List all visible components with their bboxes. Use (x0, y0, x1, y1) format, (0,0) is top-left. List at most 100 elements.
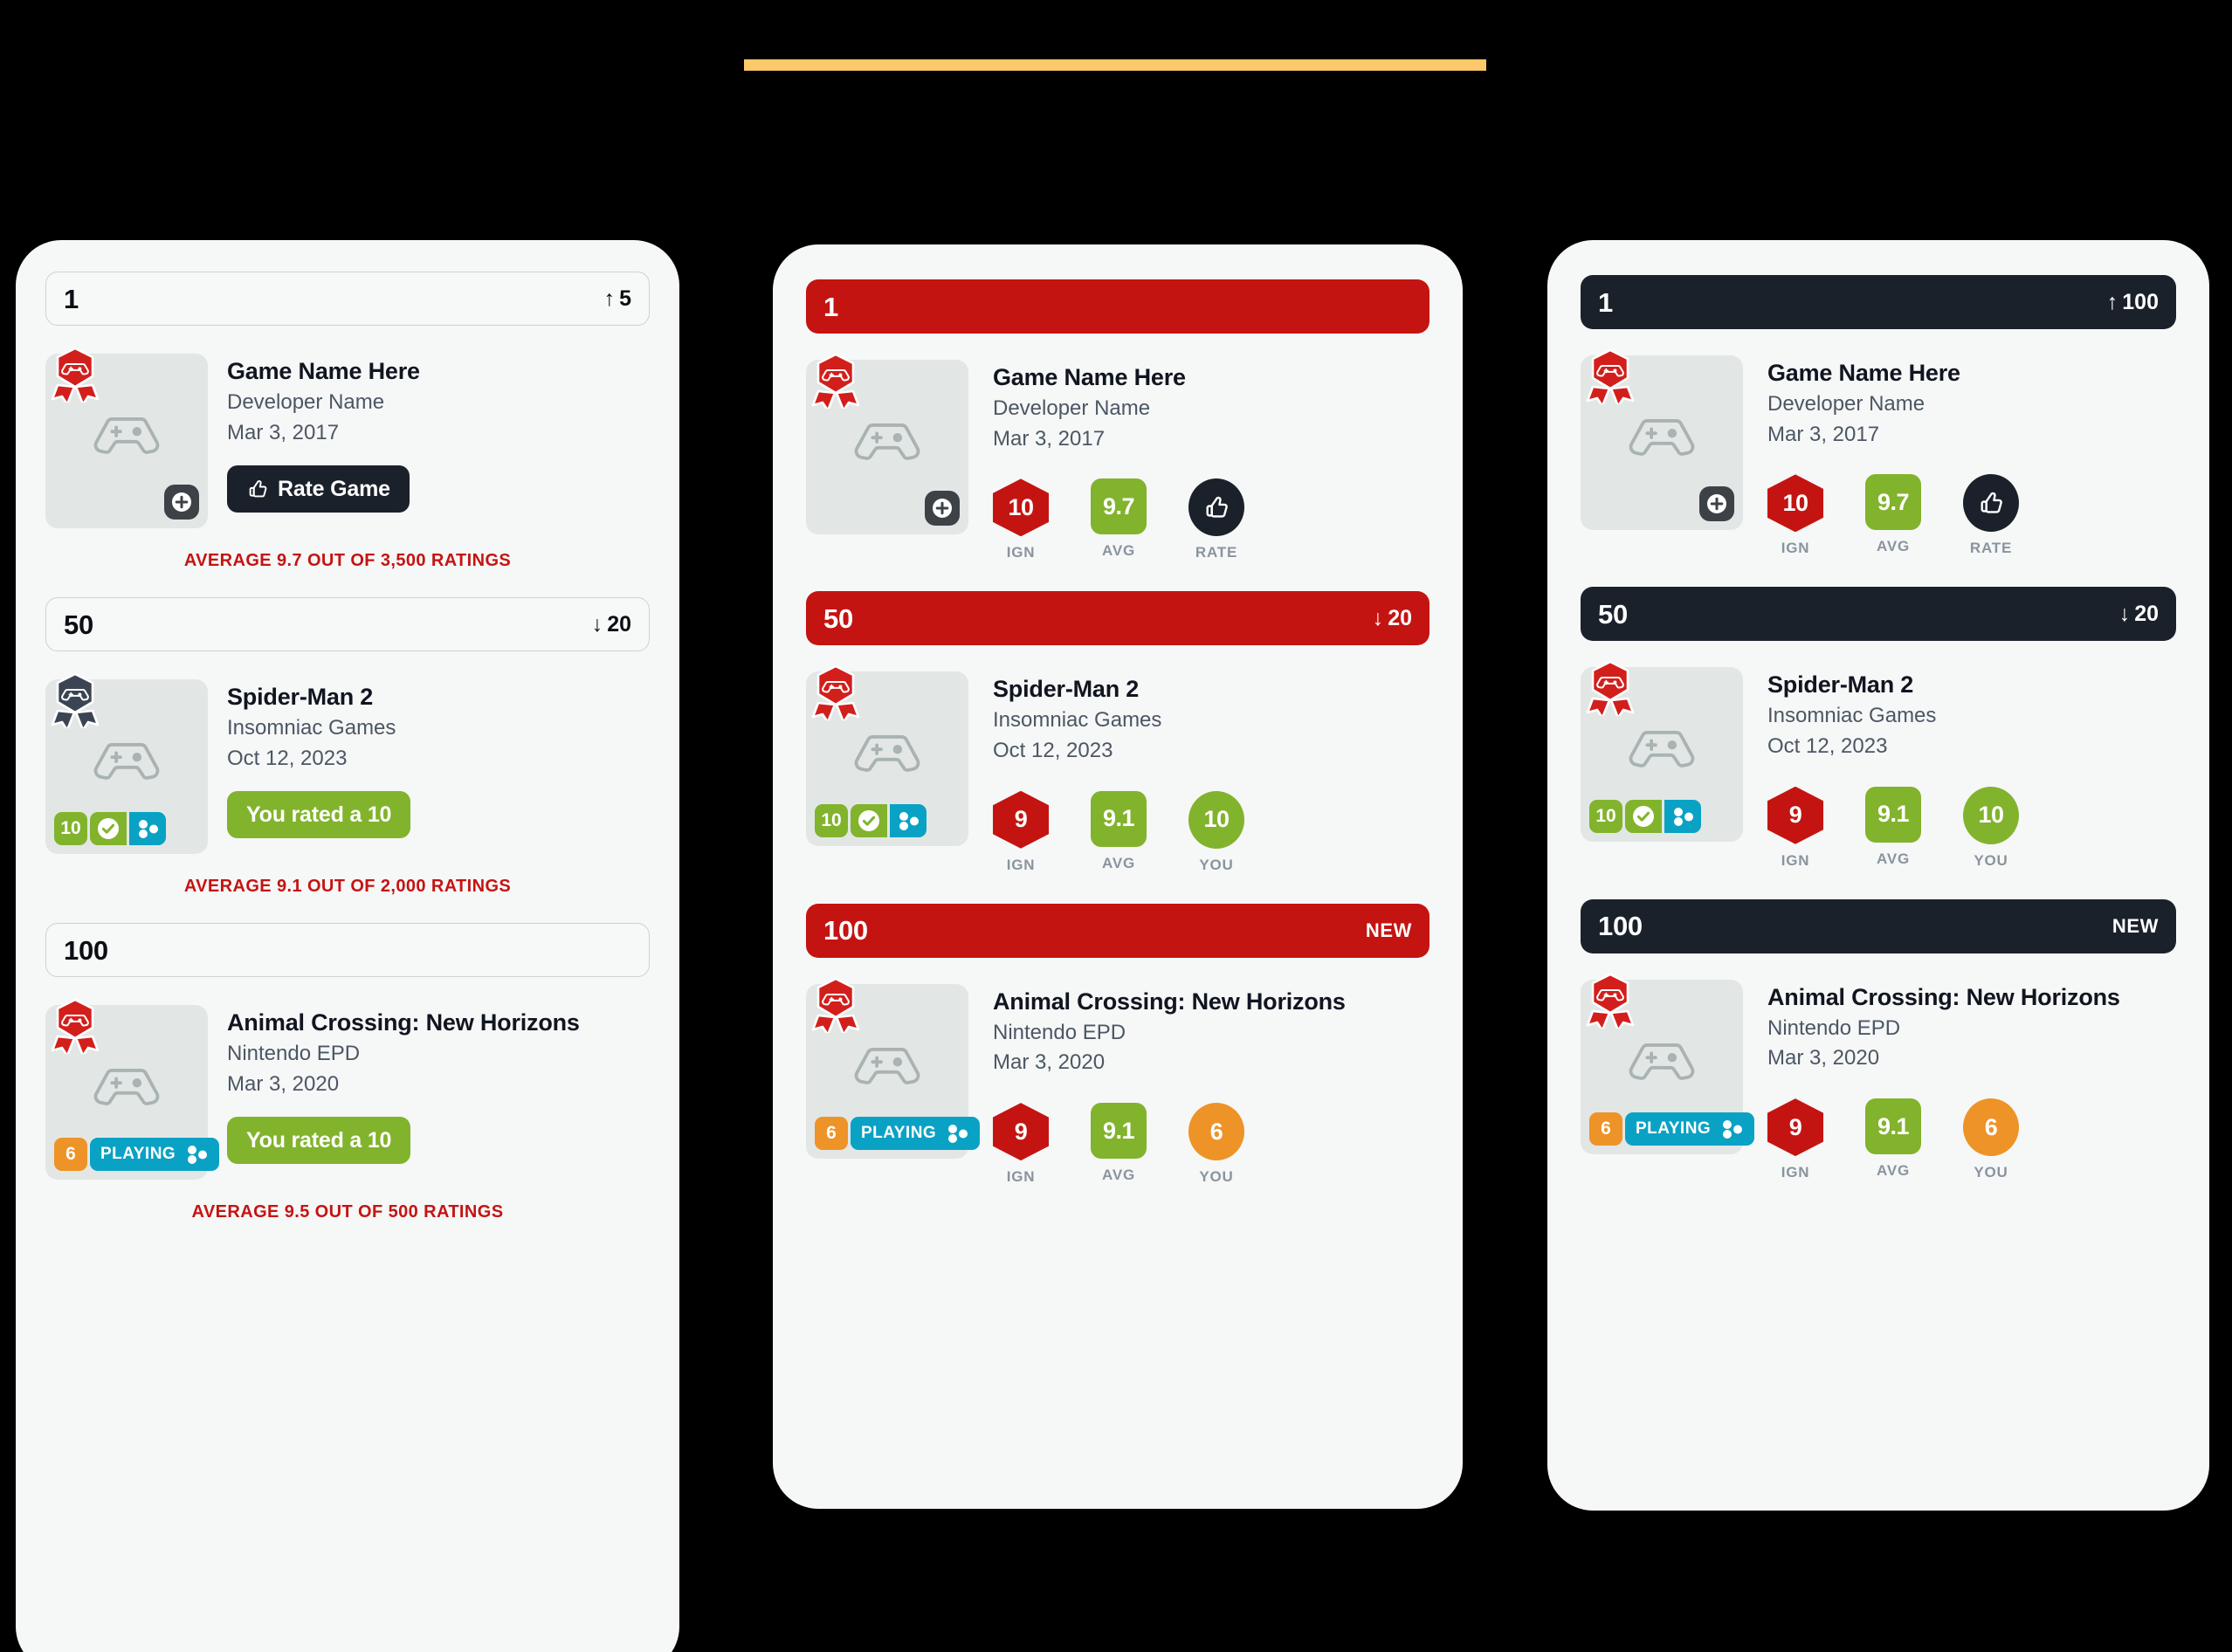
award-ribbon-icon (1586, 973, 1635, 1032)
playing-status-chip[interactable]: PLAYING (851, 1116, 981, 1150)
dots-icon (945, 1123, 969, 1144)
your-score-chip: 6 (1589, 1112, 1622, 1146)
dots-icon (1719, 1119, 1744, 1139)
game-title[interactable]: Game Name Here (227, 357, 650, 386)
gamepad-placeholder-icon (93, 1066, 160, 1119)
playing-status-chip[interactable]: PLAYING (90, 1138, 220, 1171)
gamepad-icon (93, 417, 160, 454)
score-value: 9.1 (1102, 805, 1135, 832)
game-title[interactable]: Spider-Man 2 (227, 683, 650, 712)
game-release-date: Oct 12, 2023 (227, 746, 348, 770)
rank-header-row[interactable]: 1 (806, 279, 1429, 334)
game-title[interactable]: Spider-Man 2 (993, 675, 1429, 704)
game-row[interactable]: Game Name Here Developer Name Mar 3, 2017 1… (1581, 348, 2176, 557)
gamepad-placeholder-icon (854, 1045, 920, 1098)
thumbnail-status-chips[interactable]: 6 PLAYING (54, 1138, 220, 1171)
game-row[interactable]: 6 PLAYING Animal Crossing: New Horizons Nin… (1581, 973, 2176, 1181)
game-release-date: Mar 3, 2020 (993, 1050, 1106, 1075)
award-ribbon-icon (811, 977, 860, 1036)
thumbnail-status-chips[interactable]: 10 (1589, 800, 1701, 834)
more-options-chip[interactable] (890, 804, 927, 838)
game-title[interactable]: Spider-Man 2 (1767, 671, 2176, 699)
arrow-up-icon: ↑ (2106, 289, 2118, 314)
arrow-up-icon: ↑ (603, 286, 616, 311)
playing-status-chip[interactable]: PLAYING (1625, 1112, 1755, 1146)
completed-check-chip[interactable] (1625, 800, 1662, 834)
game-row[interactable]: Game Name Here Developer Name Mar 3, 2017 1… (806, 353, 1429, 561)
score-source-label: AVG (1877, 850, 1910, 867)
rank-header-row[interactable]: 50 ↓ 20 (45, 597, 650, 651)
game-title[interactable]: Animal Crossing: New Horizons (227, 1008, 650, 1037)
rank-header-row[interactable]: 50 ↓ 20 (1581, 587, 2176, 642)
playing-status-label: PLAYING (100, 1145, 176, 1163)
award-ribbon-icon (811, 353, 860, 413)
game-thumbnail[interactable]: 10 (45, 672, 208, 854)
rank-header-row[interactable]: 100 NEW (806, 903, 1429, 958)
score-badge-ign: 9 IGN (1767, 786, 1823, 870)
score-badge-you: 6 YOU (1188, 1103, 1244, 1186)
your-rating-button[interactable]: You rated a 10 (227, 1117, 411, 1165)
score-badge-you: 6 YOU (1963, 1098, 2019, 1181)
game-thumbnail[interactable]: 6 PLAYING (45, 998, 220, 1180)
game-thumbnail[interactable] (45, 347, 208, 528)
game-developer: Nintendo EPD (993, 1020, 1126, 1044)
game-thumbnail[interactable] (806, 353, 968, 534)
add-to-list-button[interactable] (925, 491, 960, 526)
completed-check-chip[interactable] (851, 804, 887, 838)
rank-number: 50 (823, 602, 853, 634)
rank-header-row[interactable]: 100 NEW (1581, 898, 2176, 953)
game-developer: Developer Name (1767, 391, 1925, 416)
game-developer: Insomniac Games (993, 708, 1162, 733)
game-developer: Nintendo EPD (1767, 1015, 1901, 1040)
more-options-chip[interactable] (129, 812, 166, 845)
game-thumbnail[interactable] (1581, 348, 1743, 530)
rank-header-row[interactable]: 100 (45, 923, 650, 977)
score-badge-avg: 9.1 AVG (1865, 786, 1921, 870)
game-developer: Developer Name (227, 389, 385, 414)
game-row[interactable]: 10 Spider-Man 2 Insomniac Games Oct 12, 202… (1581, 661, 2176, 870)
game-thumbnail[interactable]: 6 PLAYING (1581, 973, 1755, 1154)
game-title[interactable]: Game Name Here (993, 363, 1429, 392)
thumbnail-status-chips[interactable]: 6 PLAYING (1589, 1112, 1755, 1146)
more-options-chip[interactable] (1664, 800, 1701, 834)
rank-header-row[interactable]: 50 ↓ 20 (806, 591, 1429, 646)
gamepad-placeholder-icon (93, 740, 160, 793)
arrow-down-icon: ↓ (2118, 601, 2131, 626)
score-badge-rate[interactable]: RATE (1963, 474, 2019, 557)
game-title[interactable]: Animal Crossing: New Horizons (993, 988, 1429, 1016)
thumbnail-status-chips[interactable]: 10 (815, 804, 927, 838)
score-badge-rate[interactable]: RATE (1188, 478, 1244, 561)
game-row[interactable]: 10 Spider-Man 2 Insomniac Games Oct 12, 202… (45, 672, 650, 854)
rank-header-row[interactable]: 1 ↑ 100 (1581, 275, 2176, 329)
thumbnail-status-chips[interactable]: 6 PLAYING (815, 1116, 981, 1150)
add-to-list-button[interactable] (164, 485, 199, 520)
game-title[interactable]: Animal Crossing: New Horizons (1767, 983, 2176, 1012)
game-thumbnail[interactable]: 10 (1581, 661, 1743, 843)
rank-header-row[interactable]: 1 ↑ 5 (45, 272, 650, 326)
score-badge-shape: 9.7 (1091, 478, 1147, 535)
score-source-label: IGN (1006, 856, 1036, 873)
your-rating-button[interactable]: You rated a 10 (227, 791, 411, 839)
game-thumbnail[interactable]: 6 PLAYING (806, 977, 981, 1159)
game-row[interactable]: Game Name Here Developer Name Mar 3, 2017 R… (45, 347, 650, 528)
dots-icon (899, 812, 919, 831)
add-to-list-button[interactable] (1699, 486, 1734, 521)
rate-game-button[interactable]: Rate Game (227, 465, 410, 513)
game-thumbnail[interactable]: 10 (806, 665, 968, 847)
score-badge-shape: 10 (1188, 790, 1244, 849)
average-rating-note: AVERAGE 9.7 OUT OF 3,500 RATINGS (183, 551, 512, 570)
thumbnail-status-chips[interactable]: 10 (54, 812, 166, 845)
completed-check-chip[interactable] (90, 812, 127, 845)
plus-icon (172, 492, 191, 512)
game-row[interactable]: 6 PLAYING Animal Crossing: New Horizons Nin… (45, 998, 650, 1180)
your-score-chip: 10 (1589, 800, 1622, 834)
gamepad-placeholder-icon (854, 421, 920, 473)
game-title[interactable]: Game Name Here (1767, 359, 2176, 388)
rank-delta-value: NEW (2111, 914, 2159, 937)
thumbs-up-icon (1206, 497, 1228, 518)
game-row[interactable]: 10 Spider-Man 2 Insomniac Games Oct 12, 202… (806, 665, 1429, 873)
score-source-label: RATE (1195, 544, 1238, 561)
score-badge-shape: 10 (1963, 786, 2019, 844)
game-row[interactable]: 6 PLAYING Animal Crossing: New Horizons Nin… (806, 977, 1429, 1186)
game-meta: Spider-Man 2 Insomniac Games Oct 12, 2023 9… (993, 671, 1429, 873)
